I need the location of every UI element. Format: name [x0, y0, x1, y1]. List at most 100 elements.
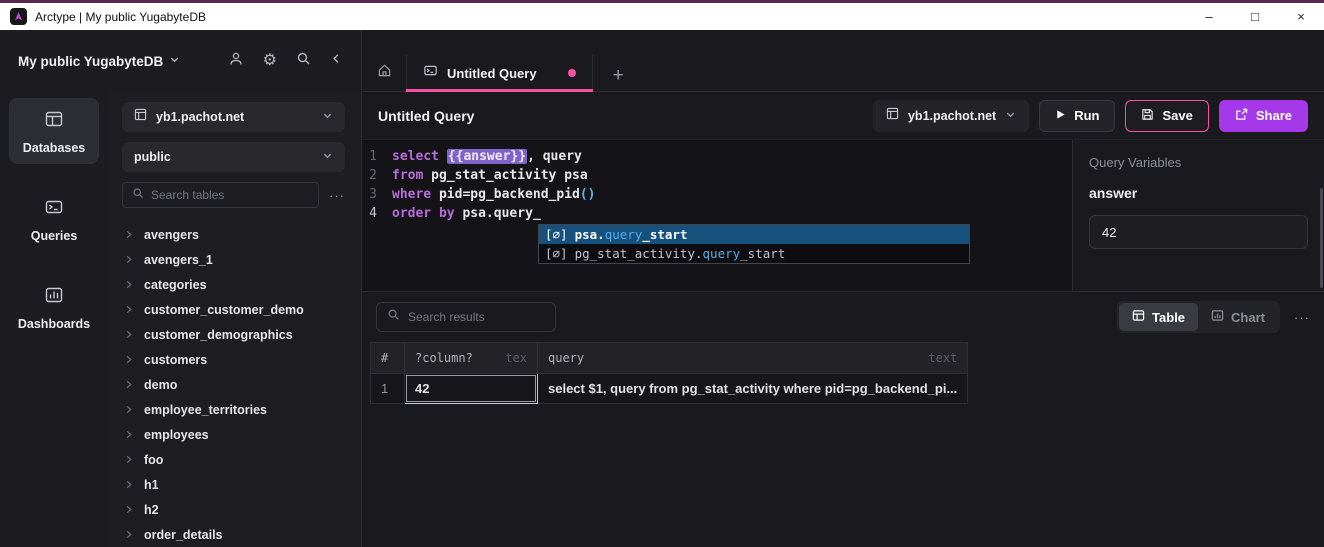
table-tree-item[interactable]: categories: [122, 272, 345, 297]
database-icon: [886, 107, 899, 125]
table-tree-item[interactable]: avengers: [122, 222, 345, 247]
results-more-button[interactable]: ···: [1294, 310, 1310, 325]
active-tab-underline: [406, 89, 593, 92]
chevron-right-icon[interactable]: [124, 326, 133, 344]
table-row: 142select $1, query from pg_stat_activit…: [371, 374, 968, 404]
query-connection-select[interactable]: yb1.pachot.net: [873, 100, 1029, 132]
table-name: avengers_1: [144, 253, 213, 267]
autocomplete-item[interactable]: [∅]psa.query_start: [539, 225, 969, 244]
chevron-right-icon[interactable]: [124, 426, 133, 444]
chevron-right-icon[interactable]: [124, 376, 133, 394]
chevron-right-icon[interactable]: [124, 226, 133, 244]
search-icon[interactable]: [296, 51, 311, 71]
line-number: 3: [362, 185, 392, 204]
table-name: demo: [144, 378, 177, 392]
editor-line[interactable]: 3where pid=pg_backend_pid(): [362, 185, 1072, 204]
row-number-cell: 1: [371, 374, 405, 404]
table-tree-item[interactable]: order_details: [122, 522, 345, 547]
editor-line[interactable]: 1select {{answer}}, query: [362, 147, 1072, 166]
save-button[interactable]: Save: [1125, 100, 1208, 132]
maximize-button[interactable]: □: [1232, 3, 1278, 30]
chart-view-button[interactable]: Chart: [1198, 303, 1278, 331]
minimize-button[interactable]: –: [1186, 3, 1232, 30]
table-list-more-button[interactable]: ···: [329, 188, 345, 203]
table-tree-item[interactable]: avengers_1: [122, 247, 345, 272]
query-title: Untitled Query: [378, 108, 863, 124]
sidebar-item-dashboards[interactable]: Dashboards: [9, 274, 99, 340]
new-tab-button[interactable]: +: [613, 65, 624, 91]
sql-editor[interactable]: 1select {{answer}}, query2from pg_stat_a…: [362, 140, 1072, 291]
table-name: avengers: [144, 228, 199, 242]
table-view-button[interactable]: Table: [1119, 303, 1198, 331]
chevron-right-icon[interactable]: [124, 301, 133, 319]
editor-row: 1select {{answer}}, query2from pg_stat_a…: [362, 140, 1324, 291]
schema-select[interactable]: public: [122, 142, 345, 172]
save-label: Save: [1162, 108, 1192, 123]
user-icon[interactable]: [228, 51, 244, 72]
sidebar-item-databases[interactable]: Databases: [9, 98, 99, 164]
sidebar-item-queries[interactable]: Queries: [9, 186, 99, 252]
collapse-sidebar-icon[interactable]: [330, 52, 343, 70]
results-search[interactable]: [376, 302, 556, 332]
results-table: #?column?texquerytext142select $1, query…: [370, 342, 968, 404]
variables-panel-title: Query Variables: [1089, 155, 1308, 170]
app-body: My public YugabyteDB ⚙ Databases Queries D…: [0, 30, 1324, 547]
table-tree-item[interactable]: h2: [122, 497, 345, 522]
column-header[interactable]: querytext: [538, 343, 968, 374]
table-name: order_details: [144, 528, 223, 542]
chevron-right-icon[interactable]: [124, 276, 133, 294]
data-cell[interactable]: 42: [405, 374, 538, 404]
chevron-right-icon[interactable]: [124, 351, 133, 369]
rail-item-label: Databases: [23, 141, 86, 155]
chevron-right-icon[interactable]: [124, 476, 133, 494]
table-name: customer_customer_demo: [144, 303, 304, 317]
table-name: customers: [144, 353, 207, 367]
share-button[interactable]: Share: [1219, 100, 1308, 132]
connection-select[interactable]: yb1.pachot.net: [122, 102, 345, 132]
table-tree-item[interactable]: demo: [122, 372, 345, 397]
column-header[interactable]: #: [371, 343, 405, 374]
table-tree-item[interactable]: employees: [122, 422, 345, 447]
chevron-right-icon[interactable]: [124, 401, 133, 419]
chevron-right-icon[interactable]: [124, 501, 133, 519]
column-type: tex: [497, 351, 527, 365]
tab-untitled-query[interactable]: Untitled Query: [406, 55, 593, 91]
workspace-header: My public YugabyteDB ⚙: [0, 30, 361, 92]
table-name: employees: [144, 428, 209, 442]
chevron-down-icon[interactable]: [169, 52, 180, 70]
main-panel: Untitled Query + Untitled Query yb1.pach…: [362, 30, 1324, 547]
table-tree-item[interactable]: foo: [122, 447, 345, 472]
data-cell[interactable]: select $1, query from pg_stat_activity w…: [538, 374, 968, 404]
column-name: ?column?: [415, 351, 473, 365]
app-window: Arctype | My public YugabyteDB – □ × My …: [0, 0, 1324, 547]
table-tree-item[interactable]: customers: [122, 347, 345, 372]
close-button[interactable]: ×: [1278, 3, 1324, 30]
table-tree-item[interactable]: customer_customer_demo: [122, 297, 345, 322]
column-header[interactable]: ?column? tex: [405, 343, 538, 374]
query-tab-icon: [423, 63, 438, 83]
home-tab[interactable]: [362, 55, 406, 91]
table-search-input[interactable]: [151, 188, 309, 202]
run-button[interactable]: Run: [1039, 100, 1115, 132]
editor-line[interactable]: 2from pg_stat_activity psa: [362, 166, 1072, 185]
variable-value-input[interactable]: [1089, 215, 1308, 249]
table-tree-item[interactable]: customer_demographics: [122, 322, 345, 347]
home-icon: [377, 63, 392, 83]
table-name: h1: [144, 478, 159, 492]
workspace-name[interactable]: My public YugabyteDB: [18, 54, 163, 69]
autocomplete-item[interactable]: [∅]pg_stat_activity.query_start: [539, 244, 969, 263]
editor-line[interactable]: 4order by psa.query_: [362, 204, 1072, 223]
query-header: Untitled Query yb1.pachot.net Run Save S…: [362, 92, 1324, 140]
chevron-down-icon: [1005, 107, 1016, 125]
gear-icon[interactable]: ⚙: [263, 53, 277, 69]
workspace-actions: ⚙: [228, 51, 343, 72]
autocomplete-popup: [∅]psa.query_start[∅]pg_stat_activity.qu…: [538, 224, 970, 264]
chevron-right-icon[interactable]: [124, 526, 133, 544]
chevron-right-icon[interactable]: [124, 251, 133, 269]
table-tree-item[interactable]: employee_territories: [122, 397, 345, 422]
table-tree-item[interactable]: h1: [122, 472, 345, 497]
results-search-input[interactable]: [408, 310, 545, 324]
chevron-right-icon[interactable]: [124, 451, 133, 469]
scrollbar-thumb[interactable]: [1320, 188, 1323, 288]
table-search[interactable]: [122, 182, 319, 208]
